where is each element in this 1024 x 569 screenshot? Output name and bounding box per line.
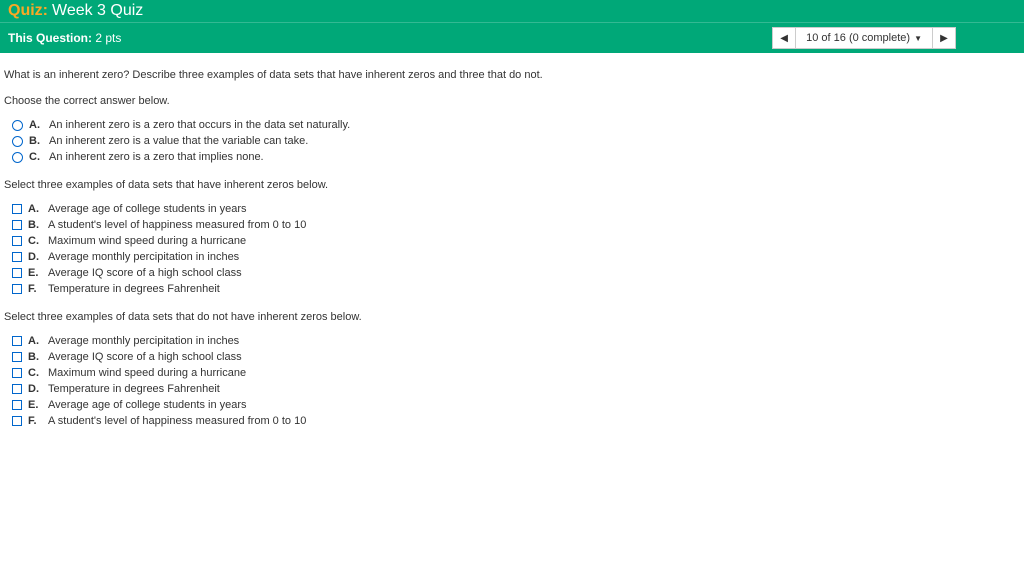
option-row: C. Maximum wind speed during a hurricane: [12, 365, 1020, 381]
option-row: B. An inherent zero is a value that the v…: [12, 133, 1020, 149]
option-row: A. Average age of college students in yea…: [12, 201, 1020, 217]
nav-status-dropdown[interactable]: 10 of 16 (0 complete) ▼: [796, 27, 932, 49]
option-text: Average IQ score of a high school class: [48, 351, 242, 363]
option-letter: C.: [29, 151, 43, 163]
quiz-subheader: This Question: 2 pts ◀ 10 of 16 (0 compl…: [0, 22, 1024, 53]
quiz-header: Quiz: Week 3 Quiz: [0, 0, 1024, 22]
checkbox-input[interactable]: [12, 384, 22, 394]
prev-button[interactable]: ◀: [772, 27, 796, 49]
option-text: Temperature in degrees Fahrenheit: [48, 283, 220, 295]
option-text: A student's level of happiness measured …: [48, 219, 306, 231]
question-label: This Question:: [8, 31, 92, 45]
question-info: This Question: 2 pts: [8, 31, 121, 45]
option-row: F. A student's level of happiness measure…: [12, 413, 1020, 429]
option-row: C. An inherent zero is a zero that implie…: [12, 149, 1020, 165]
option-letter: D.: [28, 251, 42, 263]
option-text: Temperature in degrees Fahrenheit: [48, 383, 220, 395]
checkbox-input[interactable]: [12, 368, 22, 378]
option-text: Average age of college students in years: [48, 203, 247, 215]
radio-input[interactable]: [12, 136, 23, 147]
option-letter: C.: [28, 367, 42, 379]
option-letter: A.: [28, 335, 42, 347]
option-row: D. Average monthly percipitation in inche…: [12, 249, 1020, 265]
checkbox-input[interactable]: [12, 220, 22, 230]
checkbox-input[interactable]: [12, 252, 22, 262]
checkbox-input[interactable]: [12, 284, 22, 294]
next-button[interactable]: ▶: [932, 27, 956, 49]
radio-group-1: A. An inherent zero is a zero that occurs…: [12, 117, 1020, 165]
option-row: F. Temperature in degrees Fahrenheit: [12, 281, 1020, 297]
option-row: A. An inherent zero is a zero that occurs…: [12, 117, 1020, 133]
checkbox-group-2: A. Average age of college students in yea…: [12, 201, 1020, 297]
option-letter: A.: [28, 203, 42, 215]
option-text: Average age of college students in years: [48, 399, 247, 411]
nav-controls: ◀ 10 of 16 (0 complete) ▼ ▶: [772, 27, 956, 49]
option-text: Average monthly percipitation in inches: [48, 335, 239, 347]
checkbox-input[interactable]: [12, 352, 22, 362]
instruction-2: Select three examples of data sets that …: [4, 179, 1020, 191]
checkbox-input[interactable]: [12, 416, 22, 426]
question-content: What is an inherent zero? Describe three…: [0, 53, 1024, 459]
option-letter: C.: [28, 235, 42, 247]
option-row: D. Temperature in degrees Fahrenheit: [12, 381, 1020, 397]
option-text: Maximum wind speed during a hurricane: [48, 235, 246, 247]
option-letter: B.: [28, 219, 42, 231]
option-text: An inherent zero is a zero that implies …: [49, 151, 264, 163]
option-letter: A.: [29, 119, 43, 131]
option-letter: E.: [28, 399, 42, 411]
option-row: B. A student's level of happiness measure…: [12, 217, 1020, 233]
option-letter: B.: [28, 351, 42, 363]
checkbox-group-3: A. Average monthly percipitation in inche…: [12, 333, 1020, 429]
nav-status-text: 10 of 16 (0 complete): [806, 32, 910, 44]
option-text: Maximum wind speed during a hurricane: [48, 367, 246, 379]
radio-input[interactable]: [12, 152, 23, 163]
option-letter: B.: [29, 135, 43, 147]
question-text: What is an inherent zero? Describe three…: [4, 69, 1020, 81]
option-row: E. Average IQ score of a high school clas…: [12, 265, 1020, 281]
checkbox-input[interactable]: [12, 268, 22, 278]
chevron-down-icon: ▼: [914, 34, 922, 43]
option-letter: D.: [28, 383, 42, 395]
checkbox-input[interactable]: [12, 204, 22, 214]
option-text: Average monthly percipitation in inches: [48, 251, 239, 263]
quiz-label: Quiz:: [8, 2, 48, 20]
instruction-1: Choose the correct answer below.: [4, 95, 1020, 107]
option-row: E. Average age of college students in yea…: [12, 397, 1020, 413]
checkbox-input[interactable]: [12, 336, 22, 346]
option-text: Average IQ score of a high school class: [48, 267, 242, 279]
checkbox-input[interactable]: [12, 236, 22, 246]
option-letter: E.: [28, 267, 42, 279]
option-text: A student's level of happiness measured …: [48, 415, 306, 427]
instruction-3: Select three examples of data sets that …: [4, 311, 1020, 323]
radio-input[interactable]: [12, 120, 23, 131]
question-points: 2 pts: [95, 31, 121, 45]
quiz-title: Week 3 Quiz: [52, 2, 143, 20]
option-letter: F.: [28, 283, 42, 295]
option-row: B. Average IQ score of a high school clas…: [12, 349, 1020, 365]
option-letter: F.: [28, 415, 42, 427]
option-row: A. Average monthly percipitation in inche…: [12, 333, 1020, 349]
option-text: An inherent zero is a zero that occurs i…: [49, 119, 350, 131]
option-text: An inherent zero is a value that the var…: [49, 135, 308, 147]
checkbox-input[interactable]: [12, 400, 22, 410]
option-row: C. Maximum wind speed during a hurricane: [12, 233, 1020, 249]
